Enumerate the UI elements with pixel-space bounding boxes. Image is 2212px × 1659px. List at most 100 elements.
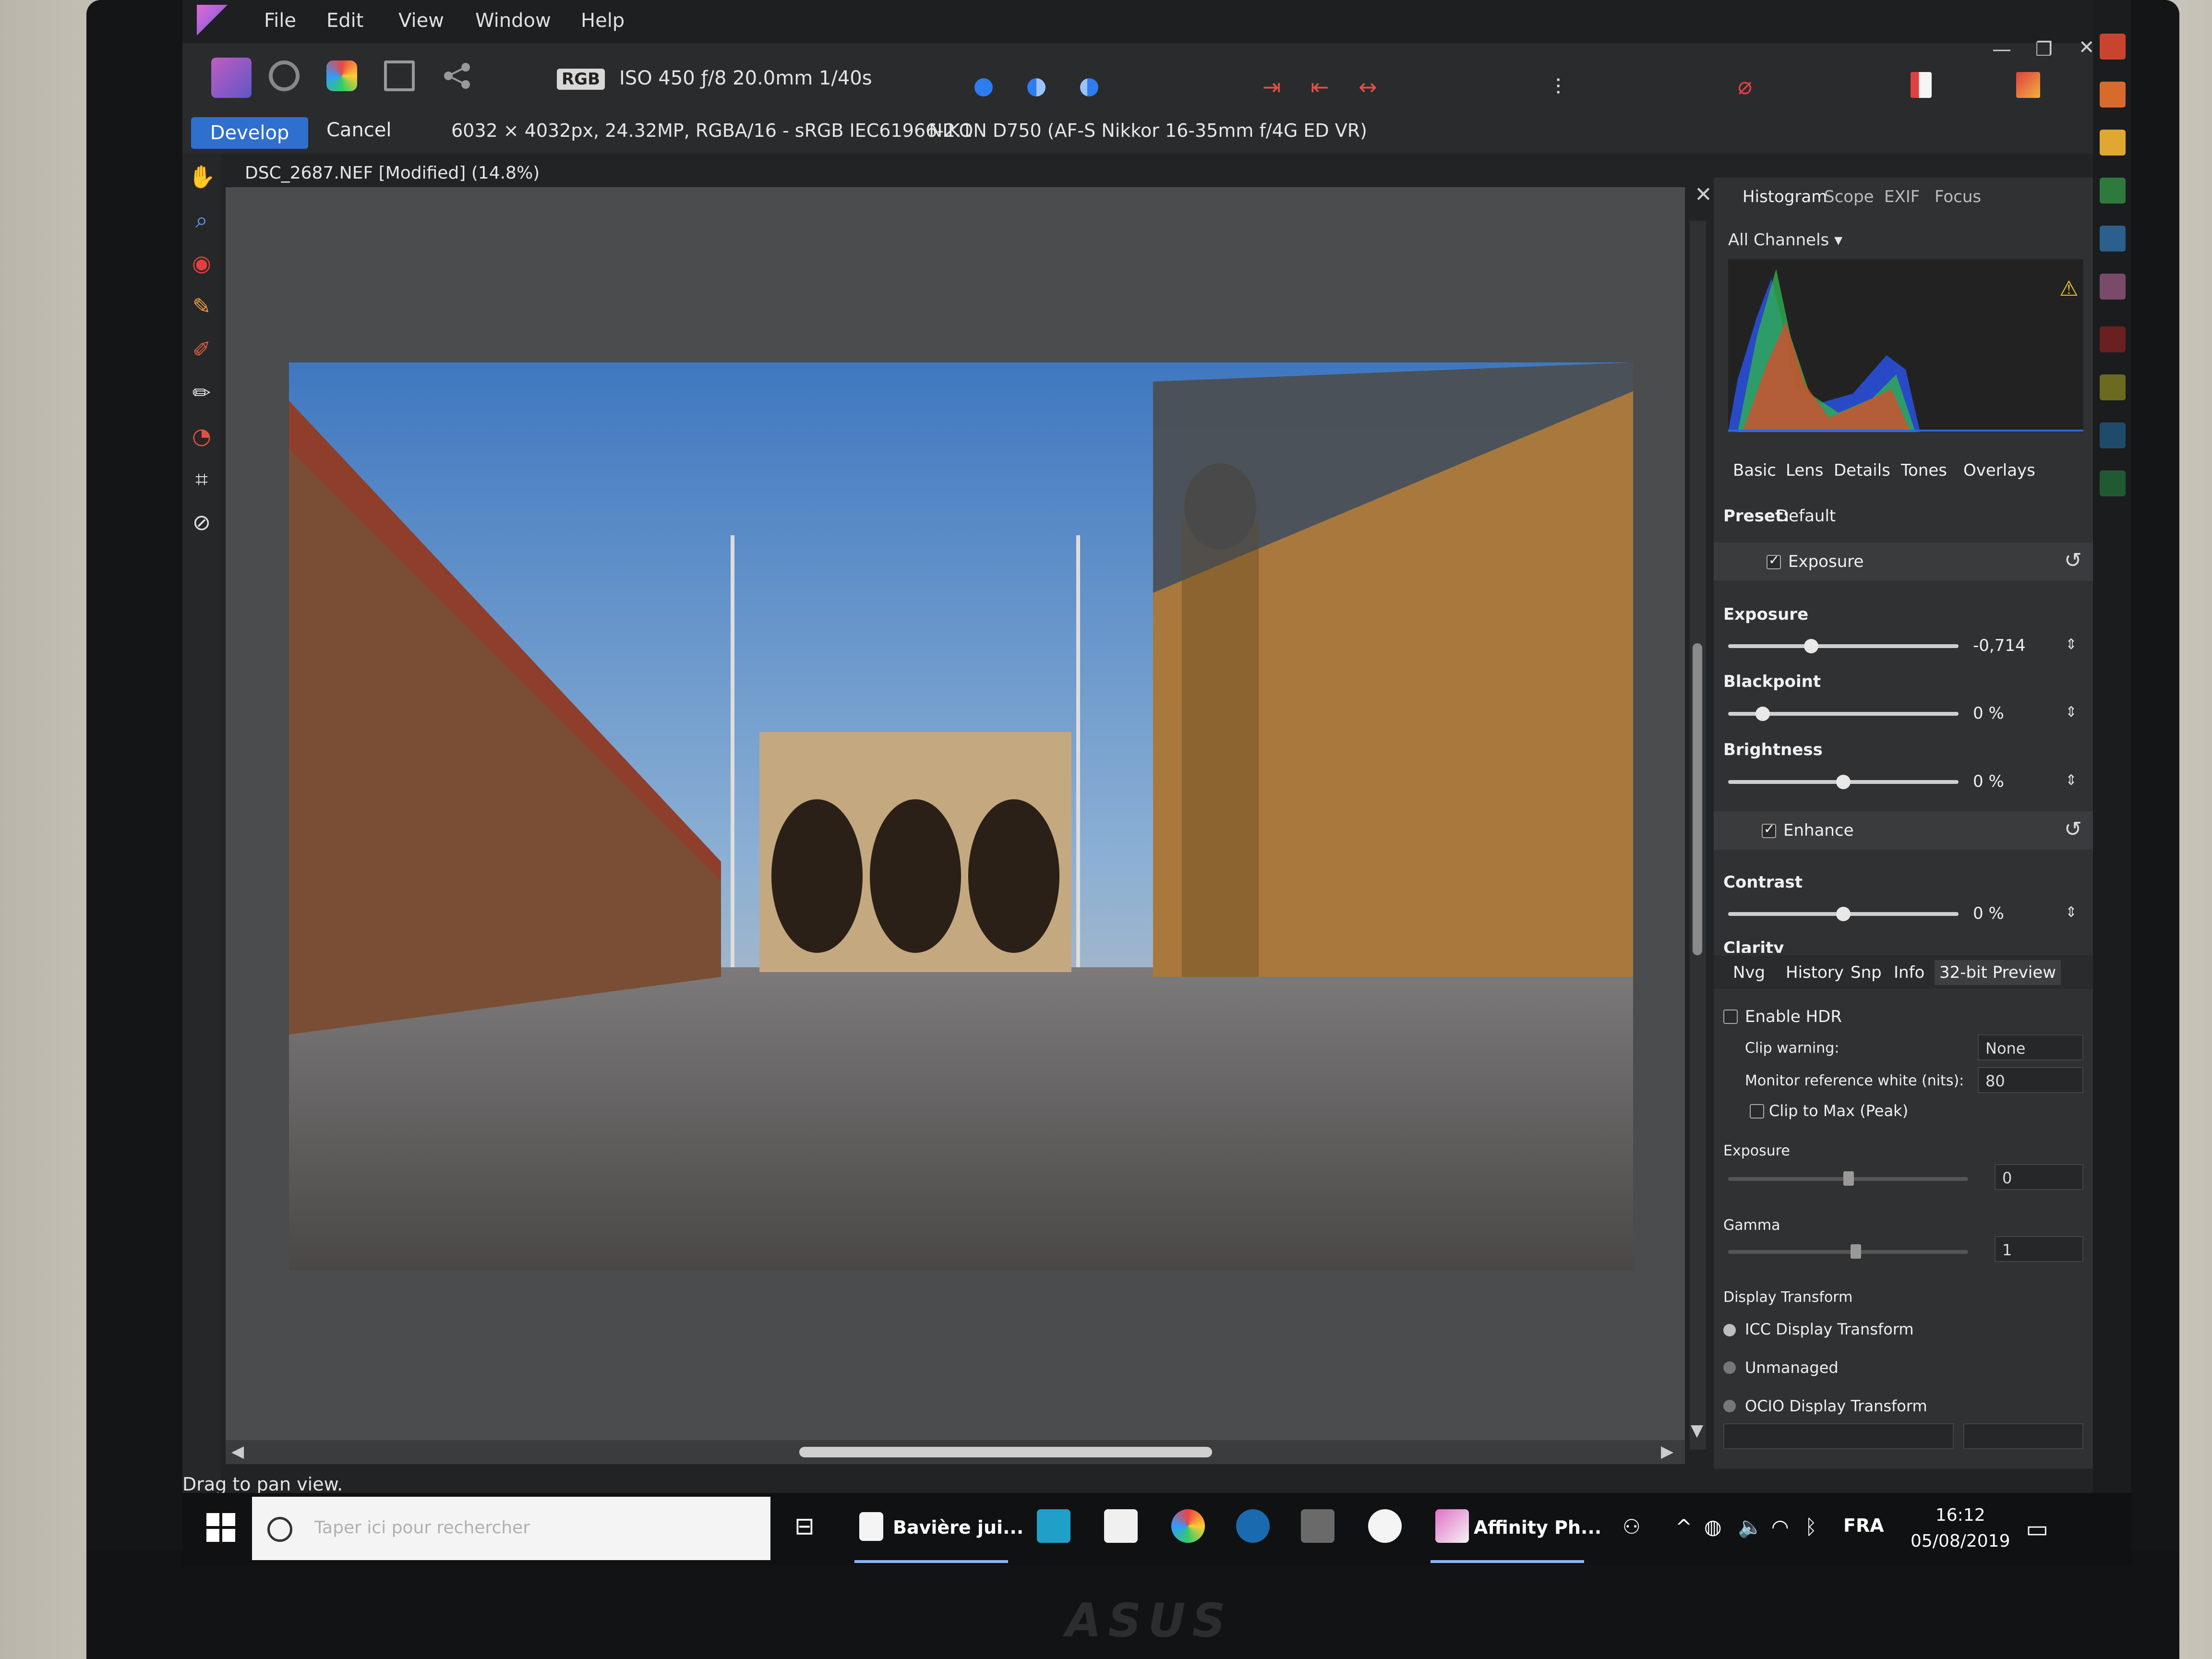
brightness-value[interactable]: 0 % bbox=[1973, 772, 2004, 791]
overlay-icon[interactable] bbox=[1911, 72, 1932, 98]
export-persona-icon[interactable] bbox=[442, 60, 472, 91]
hdr-exposure-input[interactable]: 0 bbox=[1995, 1164, 2083, 1190]
scroll-down-arrow-icon[interactable]: ▼ bbox=[1691, 1421, 1703, 1440]
maximize-button[interactable]: ❐ bbox=[2035, 38, 2053, 60]
tab-tones[interactable]: Tones bbox=[1901, 461, 1947, 480]
monitor-white-input[interactable]: 80 bbox=[1978, 1067, 2083, 1093]
exposure-slider[interactable] bbox=[1728, 644, 1959, 648]
menu-window[interactable]: Window bbox=[475, 10, 551, 32]
wifi-icon[interactable]: ◠ bbox=[1771, 1515, 1789, 1539]
taskbar-app1-label[interactable]: Bavière jui... bbox=[893, 1517, 1023, 1538]
horizontal-scroll-thumb[interactable] bbox=[799, 1447, 1212, 1457]
blemish-tool-icon[interactable]: ✎ bbox=[188, 293, 215, 320]
zoom-tool-icon[interactable]: ⌕ bbox=[188, 206, 215, 233]
dock-channels-icon[interactable] bbox=[2100, 226, 2126, 252]
close-document-icon[interactable]: ✕ bbox=[1695, 182, 1712, 207]
gamma-slider-knob[interactable] bbox=[1851, 1244, 1861, 1259]
enable-hdr-checkbox[interactable] bbox=[1723, 1010, 1738, 1024]
unmanaged-radio[interactable] bbox=[1723, 1361, 1736, 1374]
blackpoint-slider-knob[interactable] bbox=[1755, 707, 1770, 721]
tab-details[interactable]: Details bbox=[1834, 461, 1890, 480]
tab-exif[interactable]: EXIF bbox=[1884, 187, 1920, 206]
tone-mapping-persona-icon[interactable] bbox=[384, 60, 415, 91]
blackpoint-value[interactable]: 0 % bbox=[1973, 704, 2004, 723]
menu-help[interactable]: Help bbox=[581, 10, 625, 32]
split-view-icon[interactable]: ⇥ bbox=[1262, 74, 1281, 100]
taskbar-document-app-icon[interactable] bbox=[859, 1512, 883, 1541]
crop-tool-icon[interactable]: ⌗ bbox=[188, 466, 215, 493]
minimize-button[interactable]: — bbox=[1992, 38, 2011, 60]
taskbar-notes-icon[interactable] bbox=[1104, 1509, 1138, 1543]
red-eye-tool-icon[interactable]: ◉ bbox=[188, 250, 215, 276]
clip-shadows-icon[interactable] bbox=[1080, 78, 1098, 96]
tab-history[interactable]: History bbox=[1786, 963, 1844, 982]
reset-enhance-icon[interactable]: ↺ bbox=[2064, 817, 2082, 842]
tab-32bit-preview[interactable]: 32-bit Preview bbox=[1935, 960, 2061, 985]
taskbar-steam-icon[interactable] bbox=[1236, 1509, 1270, 1543]
tab-lens[interactable]: Lens bbox=[1786, 461, 1824, 480]
tab-basic[interactable]: Basic bbox=[1733, 461, 1776, 480]
taskbar-circle-app-icon[interactable] bbox=[1368, 1509, 1402, 1543]
enhance-section-header[interactable]: Enhance ↺ bbox=[1714, 811, 2093, 850]
taskbar-search-box[interactable]: Taper ici pour rechercher bbox=[252, 1497, 770, 1560]
taskbar-word-icon[interactable] bbox=[1037, 1509, 1070, 1543]
dock-brushes-icon[interactable] bbox=[2100, 34, 2126, 60]
taskbar-app2-label[interactable]: Affinity Ph... bbox=[1474, 1517, 1601, 1538]
exposure-value[interactable]: -0,714 bbox=[1973, 636, 2026, 655]
clip-highlights-icon[interactable] bbox=[974, 78, 993, 96]
clip-warning-dropdown[interactable]: None bbox=[1978, 1034, 2083, 1060]
vertical-scrollbar[interactable]: ▼ bbox=[1690, 221, 1706, 1450]
enhance-enable-checkbox[interactable] bbox=[1762, 821, 1776, 838]
taskbar-clock[interactable]: 16:12 05/08/2019 bbox=[1911, 1503, 2010, 1554]
cancel-button[interactable]: Cancel bbox=[326, 119, 392, 141]
taskbar-gimp-icon[interactable] bbox=[1301, 1509, 1334, 1543]
compare-view-icon[interactable]: ↔ bbox=[1358, 74, 1377, 100]
clipping-warning-icon[interactable]: ⚠ bbox=[2059, 276, 2078, 301]
icc-display-transform-radio[interactable] bbox=[1723, 1324, 1736, 1336]
assistant-icon[interactable]: ⫶ bbox=[1555, 74, 1561, 101]
clip-to-max-checkbox[interactable] bbox=[1750, 1104, 1764, 1118]
photo-persona-icon[interactable] bbox=[211, 58, 252, 98]
taskbar-affinity-icon[interactable] bbox=[1435, 1509, 1469, 1543]
volume-icon[interactable]: 🔈 bbox=[1738, 1515, 1763, 1539]
scroll-left-arrow-icon[interactable]: ◀ bbox=[231, 1442, 244, 1461]
tab-snapshots[interactable]: Snp bbox=[1851, 963, 1882, 982]
hdr-exposure-slider-knob[interactable] bbox=[1843, 1171, 1854, 1186]
dock-transform-icon[interactable] bbox=[2100, 422, 2126, 448]
dock-navigator-icon[interactable] bbox=[2100, 470, 2126, 496]
tab-focus[interactable]: Focus bbox=[1935, 187, 1981, 206]
tray-app-icon[interactable]: ◍ bbox=[1704, 1515, 1722, 1539]
contrast-slider-knob[interactable] bbox=[1836, 907, 1851, 921]
vertical-scroll-thumb[interactable] bbox=[1693, 643, 1702, 955]
contrast-spinner-icon[interactable]: ⇕ bbox=[2065, 904, 2077, 921]
white-balance-picker-icon[interactable]: ⊘ bbox=[188, 509, 215, 536]
develop-button[interactable]: Develop bbox=[191, 117, 308, 149]
color-swatch-icon[interactable] bbox=[2016, 72, 2040, 98]
tab-scope[interactable]: Scope bbox=[1824, 187, 1874, 206]
clip-midtones-icon[interactable] bbox=[1027, 78, 1046, 96]
contrast-value[interactable]: 0 % bbox=[1973, 904, 2004, 923]
develop-persona-icon[interactable] bbox=[326, 60, 357, 91]
windows-start-icon[interactable] bbox=[206, 1513, 235, 1542]
ocio-display-transform-radio[interactable] bbox=[1723, 1400, 1736, 1412]
exposure-spinner-icon[interactable]: ⇕ bbox=[2065, 636, 2077, 653]
people-icon[interactable]: ⚇ bbox=[1623, 1515, 1641, 1539]
exposure-slider-knob[interactable] bbox=[1803, 639, 1818, 653]
brightness-slider-knob[interactable] bbox=[1836, 775, 1851, 789]
show-hidden-icons-chevron-icon[interactable]: ^ bbox=[1675, 1515, 1692, 1539]
preset-dropdown[interactable]: Default bbox=[1776, 506, 1836, 526]
dock-styles-icon[interactable] bbox=[2100, 374, 2126, 400]
task-view-icon[interactable]: ⊟ bbox=[794, 1512, 815, 1540]
ocio-config-dropdown[interactable] bbox=[1723, 1423, 1954, 1449]
tab-overlays[interactable]: Overlays bbox=[1963, 461, 2035, 480]
brush-tool-icon[interactable]: ✐ bbox=[188, 336, 215, 363]
reset-exposure-icon[interactable]: ↺ bbox=[2064, 548, 2082, 573]
scroll-right-arrow-icon[interactable]: ▶ bbox=[1661, 1442, 1673, 1461]
menu-view[interactable]: View bbox=[398, 10, 444, 32]
dock-stock-icon[interactable] bbox=[2100, 82, 2126, 108]
snapping-icon[interactable]: ⌀ bbox=[1738, 72, 1752, 100]
dock-swatches-icon[interactable] bbox=[2100, 130, 2126, 156]
dock-effects-icon[interactable] bbox=[2100, 326, 2126, 352]
tab-info[interactable]: Info bbox=[1894, 963, 1924, 982]
channels-dropdown[interactable]: All Channels ▾ bbox=[1728, 230, 1842, 250]
